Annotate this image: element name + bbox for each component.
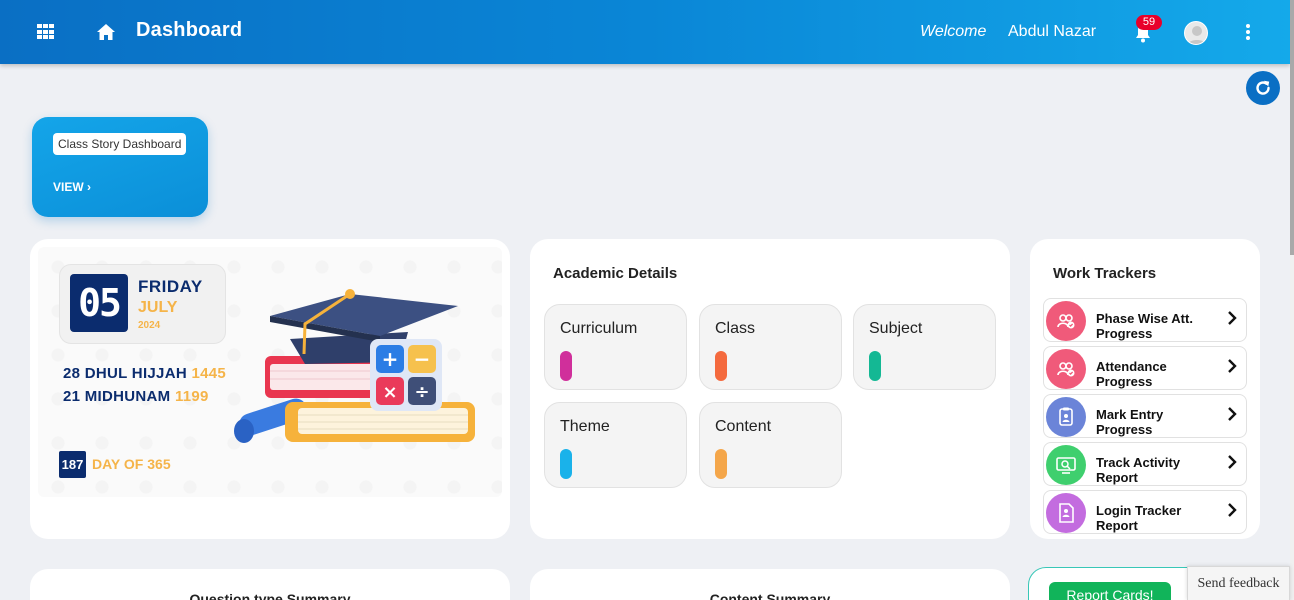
kebab-menu-icon[interactable]	[1245, 24, 1251, 40]
work-trackers-title: Work Trackers	[1053, 265, 1157, 282]
tracker-label: Login Tracker Report	[1096, 503, 1216, 533]
tracker-label: Mark Entry Progress	[1096, 407, 1216, 437]
tile-label: Subject	[869, 320, 923, 337]
content-summary-title: Content Summary	[709, 591, 831, 600]
tracker-label-line1: Login Tracker	[1096, 503, 1182, 518]
tile-accent	[869, 351, 881, 381]
class-story-label: Class Story Dashboard	[53, 133, 187, 155]
tracker-item[interactable]: Track Activity Report	[1043, 442, 1247, 486]
report-cards-button[interactable]: Report Cards!	[1049, 582, 1171, 600]
tile-accent	[715, 351, 727, 381]
tile-label: Theme	[560, 418, 610, 435]
day-of-year-number: 187	[59, 451, 86, 478]
year: 2024	[138, 320, 161, 331]
user-name: Abdul Nazar	[1008, 23, 1097, 40]
day-of-year-label: DAY OF 365	[92, 456, 171, 472]
chevron-right-icon	[1228, 503, 1237, 517]
tile-curriculum[interactable]: Curriculum	[544, 304, 687, 390]
question-type-summary-title: Question type Summary	[189, 591, 351, 600]
tracker-label-line2: Progress	[1096, 326, 1153, 341]
tracker-label-line2: Progress	[1096, 422, 1153, 437]
malayalam-date: 21 MIDHUNAM 1199	[63, 388, 209, 405]
page-scrollbar[interactable]	[1290, 0, 1294, 600]
view-link[interactable]: VIEW ›	[53, 180, 91, 194]
date-box: 05 FRIDAY JULY 2024	[59, 264, 226, 344]
notification-badge: 59	[1136, 15, 1162, 30]
hijri-date-text: 28 DHUL HIJJAH	[63, 365, 187, 382]
welcome-text: Welcome	[920, 23, 987, 40]
refresh-button[interactable]	[1246, 71, 1280, 105]
svg-text:+: +	[382, 347, 399, 371]
home-icon[interactable]	[96, 22, 116, 42]
tile-label: Content	[715, 418, 772, 435]
tile-accent	[560, 449, 572, 479]
hijri-date: 28 DHUL HIJJAH 1445	[63, 365, 226, 382]
scrollbar-thumb[interactable]	[1290, 0, 1294, 255]
page-title: Dashboard	[136, 19, 243, 41]
tracker-item[interactable]: Login Tracker Report	[1043, 490, 1247, 534]
academic-details-card: Academic Details Curriculum Class Subjec…	[530, 239, 1010, 539]
weekday: FRIDAY	[138, 277, 203, 296]
tracker-label-line1: Mark Entry	[1096, 407, 1164, 422]
tracker-label: Track Activity Report	[1096, 455, 1216, 485]
avatar[interactable]	[1184, 21, 1208, 45]
tile-accent	[560, 351, 572, 381]
chevron-right-icon	[1228, 359, 1237, 373]
tracker-label-line1: Attendance	[1096, 359, 1167, 374]
chevron-right-icon	[1228, 311, 1237, 325]
user-silhouette-icon	[1187, 26, 1207, 44]
monitor-search-icon	[1046, 445, 1086, 485]
svg-text:−: −	[414, 347, 431, 371]
svg-text:×: ×	[382, 382, 397, 403]
send-feedback-button[interactable]: Send feedback	[1187, 566, 1290, 600]
tracker-label-line2: Report	[1096, 518, 1138, 533]
view-text: VIEW	[53, 180, 84, 194]
tracker-item[interactable]: Mark Entry Progress	[1043, 394, 1247, 438]
content-summary-card: Content Summary	[530, 569, 1010, 600]
tracker-label-line2: Report	[1096, 470, 1138, 485]
users-check-icon	[1046, 301, 1086, 341]
tracker-item[interactable]: Attendance Progress	[1043, 346, 1247, 390]
tile-label: Class	[715, 320, 756, 337]
tracker-label: Attendance Progress	[1096, 359, 1216, 389]
tracker-label: Phase Wise Att. Progress	[1096, 311, 1216, 341]
tile-subject[interactable]: Subject	[853, 304, 996, 390]
chevron-right-icon	[1228, 407, 1237, 421]
document-user-icon	[1046, 493, 1086, 533]
tile-label: Curriculum	[560, 320, 638, 337]
date-card: 05 FRIDAY JULY 2024 28 DHUL HIJJAH 1445 …	[30, 239, 510, 539]
graduation-books-illustration: + − × ÷	[234, 289, 475, 443]
month: JULY	[138, 299, 178, 316]
tile-content[interactable]: Content	[699, 402, 842, 488]
hijri-year: 1445	[191, 365, 227, 382]
tracker-label-line1: Track Activity	[1096, 455, 1181, 470]
svg-text:÷: ÷	[414, 382, 429, 403]
work-trackers-card: Work Trackers Phase Wise Att. Progress Att…	[1030, 239, 1260, 539]
tracker-label-line2: Progress	[1096, 374, 1153, 389]
users-check-icon	[1046, 349, 1086, 389]
chevron-right-icon: ›	[87, 180, 92, 194]
question-type-summary-card: Question type Summary	[30, 569, 510, 600]
tile-theme[interactable]: Theme	[544, 402, 687, 488]
apps-grid-icon[interactable]	[37, 24, 54, 40]
chevron-right-icon	[1228, 455, 1237, 469]
class-story-card[interactable]: Class Story Dashboard VIEW ›	[32, 117, 208, 217]
day-number: 05	[70, 274, 128, 332]
tile-accent	[715, 449, 727, 479]
tracker-item[interactable]: Phase Wise Att. Progress	[1043, 298, 1247, 342]
clipboard-icon	[1046, 397, 1086, 437]
academic-details-title: Academic Details	[553, 265, 678, 282]
malayalam-year: 1199	[174, 388, 209, 405]
top-app-bar: Dashboard Welcome Abdul Nazar 59	[0, 0, 1290, 64]
malayalam-date-text: 21 MIDHUNAM	[63, 388, 171, 405]
refresh-icon	[1256, 80, 1270, 95]
tracker-label-line1: Phase Wise Att.	[1096, 311, 1193, 326]
tile-class[interactable]: Class	[699, 304, 842, 390]
